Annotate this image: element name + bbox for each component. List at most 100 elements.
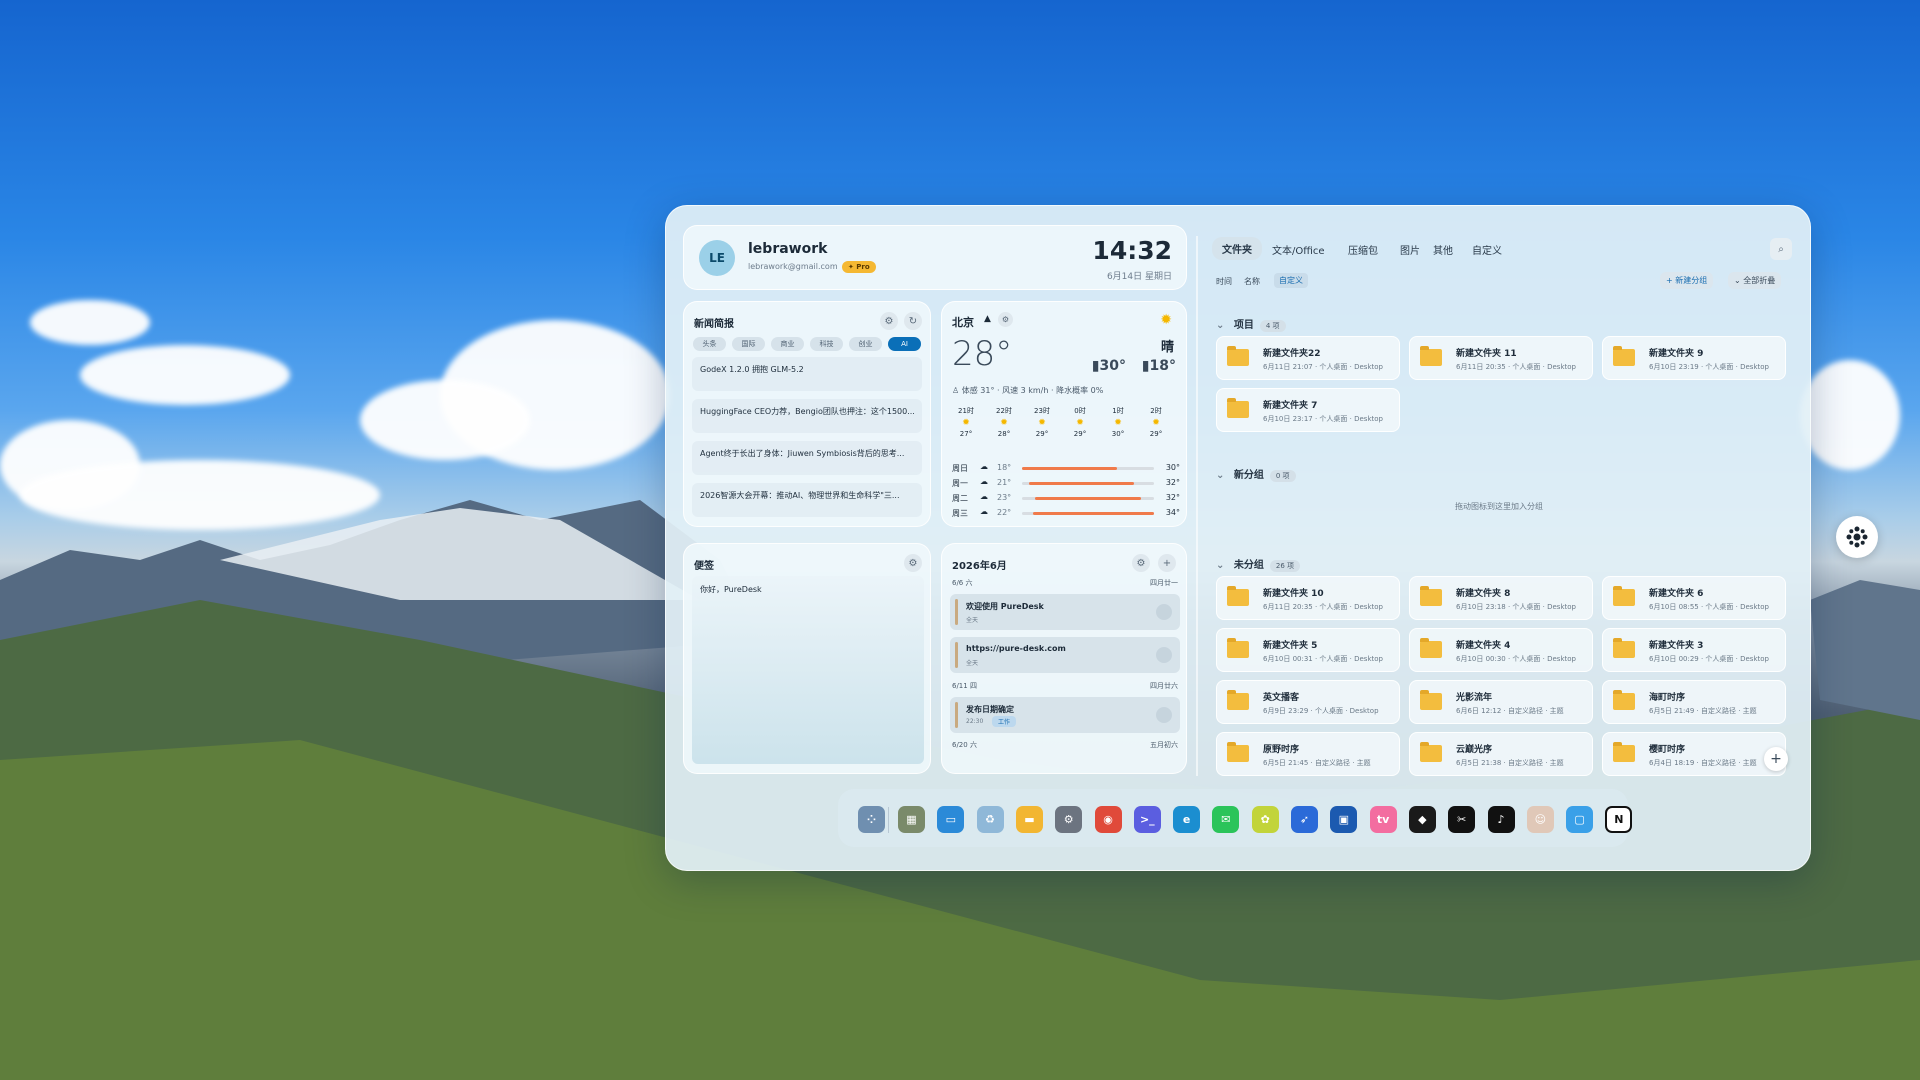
terminal-app-icon[interactable]: >_ bbox=[1133, 806, 1161, 833]
event-complete-toggle[interactable] bbox=[1156, 604, 1172, 620]
clock-time: 14:32 bbox=[1092, 236, 1172, 265]
notes-textarea[interactable]: 你好，PureDesk bbox=[692, 576, 924, 764]
folder-item[interactable]: 海町时序 6月5日 21:49 · 自定义路径 · 主题 bbox=[1602, 680, 1786, 724]
avatar[interactable]: LE bbox=[699, 240, 735, 276]
event-time: 22:30 bbox=[966, 718, 984, 725]
daily-high: 32° bbox=[1165, 478, 1180, 487]
news-item[interactable]: GodeX 1.2.0 拥抱 GLM-5.2 bbox=[692, 357, 922, 391]
launcher-icon[interactable]: ⁘ bbox=[858, 806, 885, 833]
chrome-icon[interactable]: ◉ bbox=[1094, 806, 1122, 833]
bird-app-icon[interactable]: ➶ bbox=[1291, 806, 1318, 833]
folder-item[interactable]: 新建文件夹 11 6月11日 20:35 · 个人桌面 · Desktop bbox=[1409, 336, 1593, 380]
folder-icon bbox=[1420, 742, 1442, 762]
folder-meta: 6月5日 21:38 · 自定义路径 · 主题 bbox=[1456, 759, 1564, 767]
folder-meta: 6月10日 23:19 · 个人桌面 · Desktop bbox=[1649, 363, 1769, 371]
store-icon[interactable]: ▣ bbox=[1330, 806, 1358, 833]
chat-bubble-icon[interactable]: ▢ bbox=[1566, 806, 1594, 833]
event-complete-toggle[interactable] bbox=[1156, 647, 1172, 663]
edge-icon[interactable]: e bbox=[1173, 806, 1201, 833]
news-item[interactable]: HuggingFace CEO力荐，Bengio团队也押注：这个1500... bbox=[692, 399, 922, 433]
calendar-lunar: 四月廿六 bbox=[1150, 682, 1178, 690]
folder-name: 英文播客 bbox=[1263, 693, 1300, 703]
folder-item[interactable]: 新建文件夹 6 6月10日 08:55 · 个人桌面 · Desktop bbox=[1602, 576, 1786, 620]
folder-item[interactable]: 新建文件夹22 6月11日 21:07 · 个人桌面 · Desktop bbox=[1216, 336, 1400, 380]
folder-item[interactable]: 新建文件夹 3 6月10日 00:29 · 个人桌面 · Desktop bbox=[1602, 628, 1786, 672]
folder-item[interactable]: 原野时序 6月5日 21:45 · 自定义路径 · 主题 bbox=[1216, 732, 1400, 776]
calendar-add-icon[interactable]: + bbox=[1158, 554, 1176, 572]
location-icon: ▲ bbox=[984, 314, 991, 324]
floating-menu-button[interactable] bbox=[1836, 516, 1878, 558]
folder-meta: 6月11日 20:35 · 个人桌面 · Desktop bbox=[1263, 603, 1383, 611]
sort-option[interactable]: 自定义 bbox=[1274, 273, 1308, 288]
event-complete-toggle[interactable] bbox=[1156, 707, 1172, 723]
folder-item[interactable]: 新建文件夹 8 6月10日 23:18 · 个人桌面 · Desktop bbox=[1409, 576, 1593, 620]
hourly-time: 2时 bbox=[1150, 407, 1162, 415]
folder-name: 云巅光序 bbox=[1456, 745, 1493, 755]
widgets-icon[interactable]: ▦ bbox=[898, 806, 925, 833]
tab-file-type[interactable]: 自定义 bbox=[1472, 242, 1502, 257]
news-category-chip[interactable]: 国际 bbox=[732, 337, 765, 351]
news-settings-icon[interactable]: ⚙ bbox=[880, 312, 898, 330]
news-category-chip[interactable]: 创业 bbox=[849, 337, 882, 351]
search-icon[interactable]: ⌕ bbox=[1770, 238, 1792, 260]
folder-name: 海町时序 bbox=[1649, 693, 1686, 703]
news-item[interactable]: Agent终于长出了身体：Jiuwen Symbiosis背后的思考... bbox=[692, 441, 922, 475]
settings-icon[interactable]: ⚙ bbox=[1055, 806, 1083, 833]
add-file-button[interactable]: + bbox=[1764, 747, 1788, 771]
avatar-app-icon[interactable]: ☺ bbox=[1526, 806, 1554, 833]
tab-file-type[interactable]: 图片 bbox=[1400, 242, 1420, 257]
folder-item[interactable]: 云巅光序 6月5日 21:38 · 自定义路径 · 主题 bbox=[1409, 732, 1593, 776]
news-category-chip[interactable]: 科技 bbox=[810, 337, 843, 351]
daily-low: 23° bbox=[997, 493, 1012, 502]
tab-file-type[interactable]: 文件夹 bbox=[1212, 237, 1262, 260]
cube-app-icon[interactable]: ◆ bbox=[1408, 806, 1436, 833]
sort-option[interactable]: 名称 bbox=[1244, 276, 1260, 287]
folder-item[interactable]: 新建文件夹 5 6月10日 00:31 · 个人桌面 · Desktop bbox=[1216, 628, 1400, 672]
folder-item[interactable]: 樱町时序 6月4日 18:19 · 自定义路径 · 主题 bbox=[1602, 732, 1786, 776]
event-time: 全天 bbox=[966, 617, 979, 624]
bilibili-icon[interactable]: tv bbox=[1369, 806, 1397, 833]
file-group-header[interactable]: ⌄ 新分组 0 项 bbox=[1216, 466, 1296, 482]
news-category-chip[interactable]: AI bbox=[888, 337, 921, 351]
folder-item[interactable]: 光影流年 6月6日 12:12 · 自定义路径 · 主题 bbox=[1409, 680, 1593, 724]
tab-file-type[interactable]: 文本/Office bbox=[1272, 242, 1325, 257]
weather-settings-icon[interactable]: ⚙ bbox=[998, 312, 1013, 327]
tab-file-type[interactable]: 压缩包 bbox=[1348, 242, 1378, 257]
sort-option[interactable]: 时间 bbox=[1216, 276, 1232, 287]
app-swirl-icon[interactable]: ✿ bbox=[1251, 806, 1279, 833]
file-group-header[interactable]: ⌄ 项目 4 项 bbox=[1216, 316, 1286, 332]
notes-settings-icon[interactable]: ⚙ bbox=[904, 554, 922, 572]
weather-low: ▮18° bbox=[1141, 358, 1176, 374]
folder-item[interactable]: 新建文件夹 4 6月10日 00:30 · 个人桌面 · Desktop bbox=[1409, 628, 1593, 672]
tiktok-icon[interactable]: ♪ bbox=[1487, 806, 1515, 833]
wechat-icon[interactable]: ✉ bbox=[1212, 806, 1240, 833]
folder-item[interactable]: 新建文件夹 10 6月11日 20:35 · 个人桌面 · Desktop bbox=[1216, 576, 1400, 620]
folder-item[interactable]: 新建文件夹 7 6月10日 23:17 · 个人桌面 · Desktop bbox=[1216, 388, 1400, 432]
cloud-icon: ☁ bbox=[980, 477, 988, 486]
folder-item[interactable]: 新建文件夹 9 6月10日 23:19 · 个人桌面 · Desktop bbox=[1602, 336, 1786, 380]
folder-item[interactable]: 英文播客 6月9日 23:29 · 个人桌面 · Desktop bbox=[1216, 680, 1400, 724]
file-group-header[interactable]: ⌄ 未分组 26 项 bbox=[1216, 556, 1301, 572]
tab-file-type[interactable]: 其他 bbox=[1433, 242, 1453, 257]
collapse-all-button[interactable]: ⌄ 全部折叠 bbox=[1728, 272, 1782, 289]
news-item[interactable]: 2026智源大会开幕：推动AI、物理世界和生命科学"三... bbox=[692, 483, 922, 517]
recycle-bin-icon[interactable]: ♻ bbox=[976, 806, 1004, 833]
folder-icon bbox=[1227, 742, 1249, 762]
calendar-event[interactable]: https://pure-desk.com 全天 bbox=[950, 637, 1180, 673]
news-refresh-icon[interactable]: ↻ bbox=[904, 312, 922, 330]
calendar-title: 2026年6月 bbox=[952, 561, 1007, 572]
sun-icon: ✹ bbox=[1076, 418, 1084, 428]
daily-high: 30° bbox=[1165, 463, 1180, 472]
hourly-item: 1时 ✹ 30° bbox=[1106, 406, 1130, 438]
file-explorer-icon[interactable]: ▬ bbox=[1015, 806, 1043, 833]
new-group-button[interactable]: + 新建分组 bbox=[1660, 272, 1714, 289]
news-category-chip[interactable]: 头条 bbox=[693, 337, 726, 351]
desktop-icon[interactable]: ▭ bbox=[937, 806, 965, 833]
user-email: lebrawork@gmail.com bbox=[748, 262, 838, 271]
capcut-icon[interactable]: ✂ bbox=[1448, 806, 1476, 833]
news-category-chip[interactable]: 商业 bbox=[771, 337, 804, 351]
calendar-event[interactable]: 发布日期确定 22:30 工作 bbox=[950, 697, 1180, 733]
calendar-settings-icon[interactable]: ⚙ bbox=[1132, 554, 1150, 572]
notion-icon[interactable]: N bbox=[1605, 806, 1633, 833]
calendar-event[interactable]: 欢迎使用 PureDesk 全天 bbox=[950, 594, 1180, 630]
